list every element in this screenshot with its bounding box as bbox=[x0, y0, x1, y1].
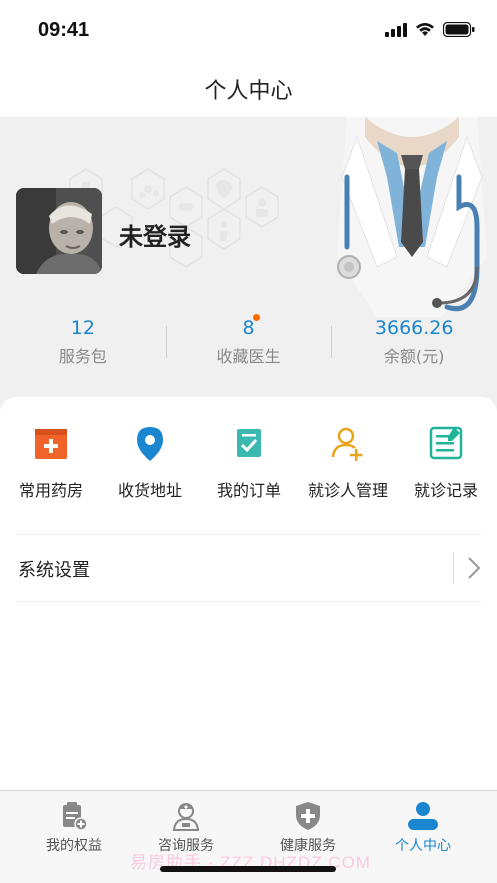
notification-dot bbox=[253, 314, 260, 321]
home-indicator bbox=[160, 866, 336, 872]
status-icons bbox=[385, 22, 475, 37]
stats-row: 12 服务包 8 收藏医生 3666.26 余额(元) bbox=[0, 312, 497, 372]
wifi-icon bbox=[416, 23, 434, 36]
status-bar: 09:41 bbox=[0, 0, 497, 60]
divider bbox=[331, 326, 332, 358]
tab-profile[interactable]: 个人中心 bbox=[363, 801, 483, 855]
stat-value: 8 bbox=[242, 317, 255, 339]
system-settings-row[interactable]: 系统设置 bbox=[0, 537, 497, 599]
stat-value: 12 bbox=[70, 317, 95, 339]
chevron-right-icon bbox=[468, 557, 481, 579]
location-pin-icon bbox=[137, 427, 163, 461]
record-edit-icon bbox=[429, 426, 463, 460]
stat-value: 3666.26 bbox=[374, 317, 454, 339]
page-title: 个人中心 bbox=[204, 78, 293, 104]
tab-benefits[interactable]: 我的权益 bbox=[14, 801, 134, 855]
avatar-photo bbox=[16, 188, 102, 274]
tab-label: 我的权益 bbox=[46, 838, 102, 854]
quick-label: 就诊人管理 bbox=[307, 481, 388, 500]
stat-service-packages[interactable]: 12 服务包 bbox=[0, 312, 166, 372]
quick-orders[interactable]: 我的订单 bbox=[199, 423, 299, 501]
add-patient-icon bbox=[331, 427, 363, 461]
quick-address[interactable]: 收货地址 bbox=[100, 423, 200, 501]
quick-pharmacy[interactable]: 常用药房 bbox=[1, 423, 101, 501]
quick-label: 我的订单 bbox=[216, 481, 281, 500]
stat-balance[interactable]: 3666.26 余额(元) bbox=[331, 312, 497, 372]
profile-header: 未登录 12 服务包 8 收藏医生 3666.26 余额(元) bbox=[0, 117, 497, 407]
stat-label: 余额(元) bbox=[383, 347, 445, 366]
menu-card: 常用药房 收货地址 我的订单 就诊人管理 就诊记录 系统设置 bbox=[0, 397, 497, 792]
tab-label: 个人中心 bbox=[395, 838, 451, 854]
stat-label: 服务包 bbox=[58, 347, 107, 366]
signal-icon bbox=[385, 22, 407, 37]
avatar[interactable] bbox=[16, 188, 102, 274]
order-check-icon bbox=[237, 429, 261, 457]
quick-actions: 常用药房 收货地址 我的订单 就诊人管理 就诊记录 bbox=[0, 397, 497, 533]
health-shield-icon bbox=[296, 802, 320, 830]
quick-visit-records[interactable]: 就诊记录 bbox=[396, 423, 496, 501]
nav-bar: 个人中心 bbox=[0, 60, 497, 117]
settings-label: 系统设置 bbox=[18, 560, 90, 581]
battery-icon bbox=[443, 22, 475, 37]
tab-consult[interactable]: 咨询服务 bbox=[126, 801, 246, 855]
quick-patient-manage[interactable]: 就诊人管理 bbox=[298, 423, 398, 501]
divider bbox=[16, 601, 481, 602]
stat-favorite-doctors[interactable]: 8 收藏医生 bbox=[166, 312, 332, 372]
benefits-icon bbox=[63, 802, 88, 831]
divider bbox=[453, 552, 454, 584]
login-status[interactable]: 未登录 bbox=[119, 217, 191, 252]
quick-label: 收货地址 bbox=[117, 481, 182, 500]
divider bbox=[16, 534, 481, 535]
stat-label: 收藏医生 bbox=[216, 347, 281, 366]
doctor-consult-icon bbox=[172, 803, 200, 831]
quick-label: 常用药房 bbox=[18, 481, 83, 500]
pharmacy-icon bbox=[35, 429, 67, 459]
person-icon bbox=[408, 802, 438, 830]
doctor-coat-illustration bbox=[337, 117, 487, 317]
status-time: 09:41 bbox=[38, 19, 90, 41]
quick-label: 就诊记录 bbox=[413, 481, 478, 500]
divider bbox=[166, 326, 167, 358]
tab-health[interactable]: 健康服务 bbox=[248, 801, 368, 855]
